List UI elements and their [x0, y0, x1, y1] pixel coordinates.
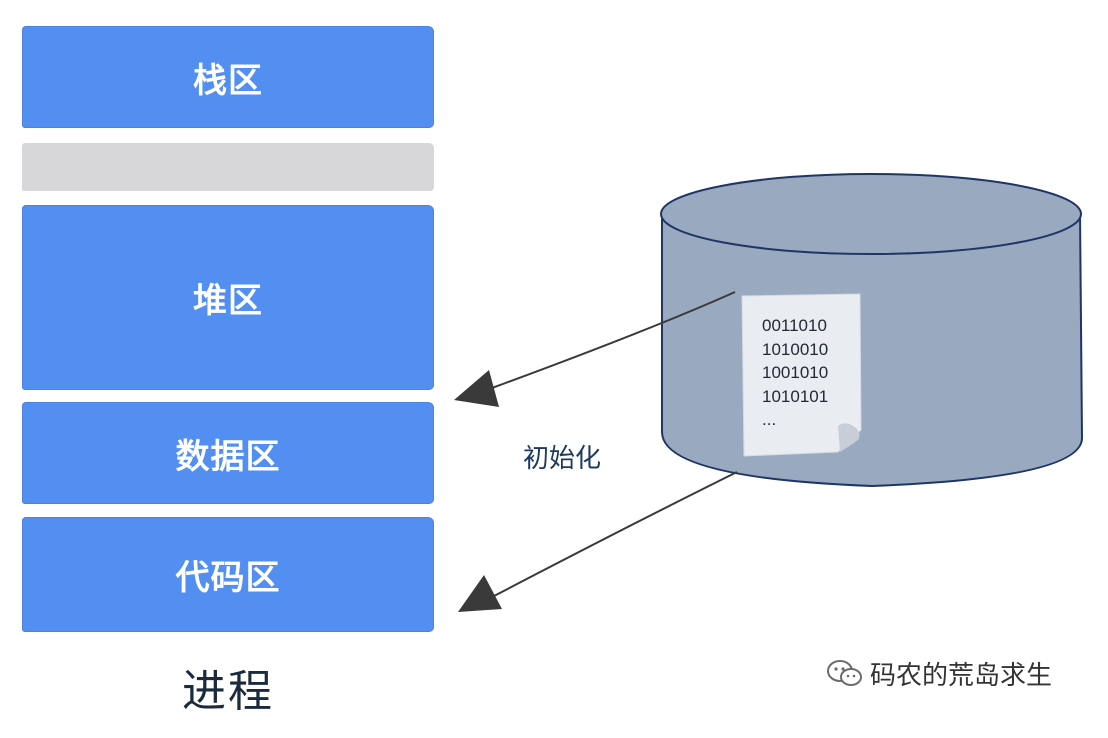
binary-line-ellipsis: ... — [762, 410, 777, 429]
diagram-canvas: 栈区 堆区 数据区 代码区 进程 0011010 1010010 1001010… — [0, 0, 1108, 738]
watermark: 码农的荒岛求生 — [826, 655, 1052, 692]
binary-line: 1010010 — [762, 339, 829, 359]
initialize-label: 初始化 — [523, 444, 602, 474]
arrow-to-code-segment-line — [493, 471, 738, 597]
watermark-text: 码农的荒岛求生 — [870, 661, 1053, 691]
binary-line: 1001010 — [762, 363, 829, 382]
arrow-to-code-segment-head — [458, 575, 502, 612]
binary-line: 1010101 — [762, 386, 829, 406]
disk-and-arrows-graphic — [454, 173, 1084, 612]
disk-cylinder-top — [660, 173, 1082, 255]
binary-document-text: 0011010 1010010 1001010 1010101 ... — [762, 314, 828, 432]
binary-line: 0011010 — [762, 316, 827, 335]
wechat-icon — [827, 659, 862, 686]
arrow-to-data-segment-head — [454, 370, 499, 407]
